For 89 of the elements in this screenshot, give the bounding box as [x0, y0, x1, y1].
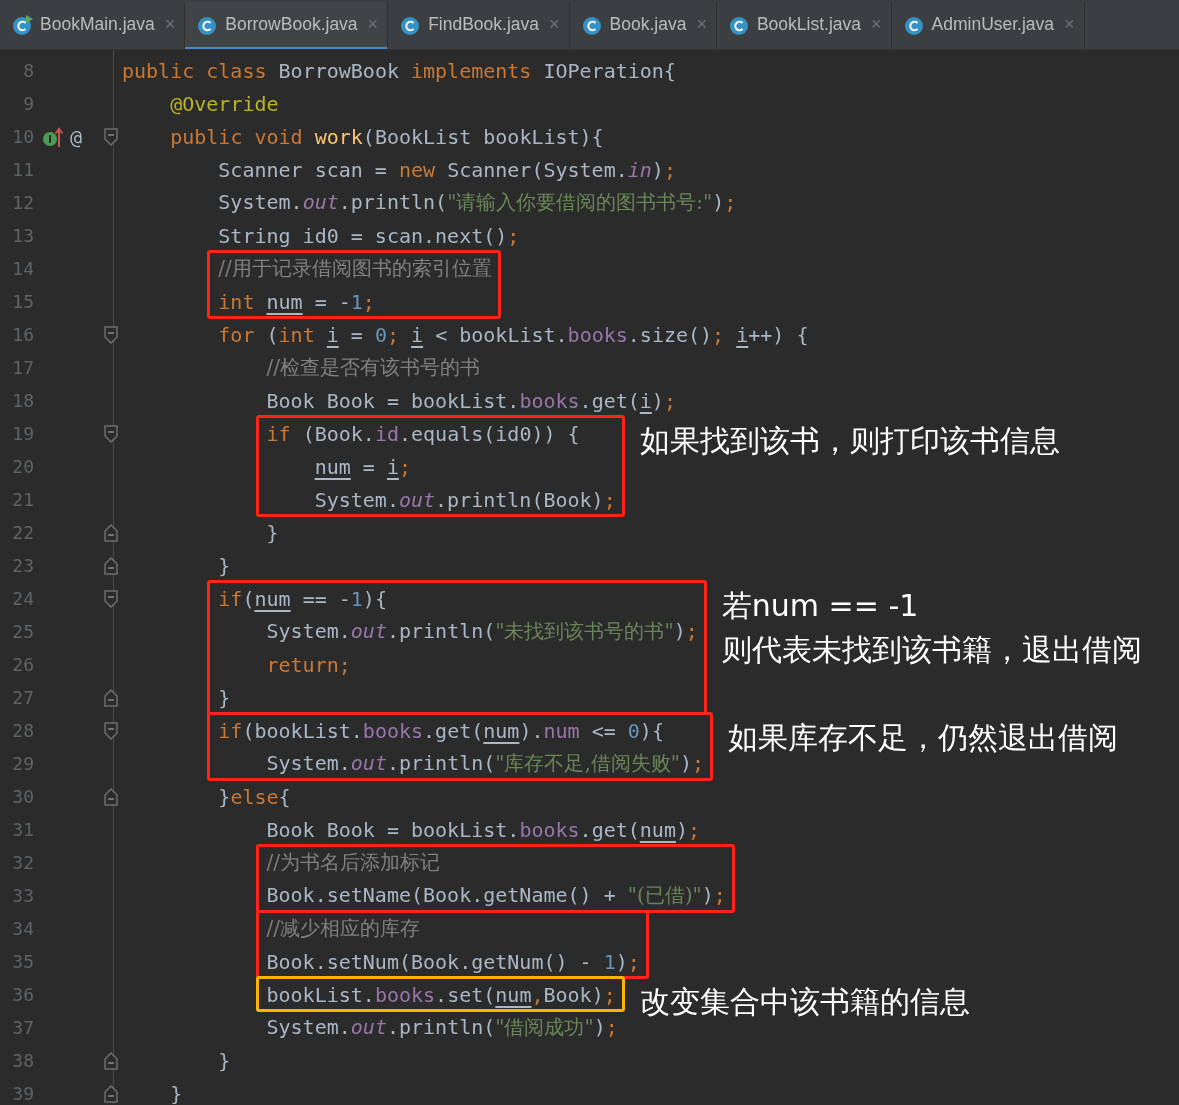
fold-icon[interactable]: [104, 556, 118, 575]
line-number: 23: [11, 555, 34, 576]
code-line: }: [217, 1048, 231, 1073]
line-number: 9: [22, 93, 34, 114]
implements-method-icon[interactable]: [42, 125, 64, 148]
line-number: 28: [11, 720, 34, 741]
code-line: System.out.println(Book);: [313, 487, 616, 512]
code-line: if (Book.id.equals(id0)) {: [265, 421, 580, 446]
code-line: num = i;: [313, 454, 411, 479]
code-line: public void work(BookList bookList){: [169, 124, 604, 149]
line-number: 36: [11, 984, 34, 1005]
tab-label: Book.java: [609, 14, 687, 35]
code-line: System.out.println("库存不足,借阅失败");: [265, 750, 705, 777]
fold-icon[interactable]: [104, 787, 118, 806]
tab-label: BorrowBook.java: [225, 14, 358, 35]
annotation-text: 则代表未找到该书籍，退出借阅: [721, 631, 1142, 669]
code-line: //检查是否有该书号的书: [265, 354, 480, 381]
annotation-text: 如果库存不足，仍然退出借阅: [728, 719, 1119, 757]
code-line: //减少相应的库存: [265, 915, 420, 942]
line-number: 37: [11, 1017, 34, 1038]
code-line: }else{: [217, 784, 291, 809]
code-line: for (int i = 0; i < bookList.books.size(); i++) {: [217, 322, 809, 347]
tab-label: BookList.java: [756, 14, 861, 35]
code-line: public class BorrowBook implements IOPeration{: [122, 58, 676, 83]
tab-label: BookMain.java: [40, 14, 155, 35]
code-line: Book.setName(Book.getName() + "(已借)");: [265, 882, 726, 909]
code-line: }: [265, 520, 279, 545]
annotation-text: 如果找到该书，则打印该书信息: [639, 422, 1060, 460]
line-number: 29: [11, 753, 34, 774]
line-number: 25: [11, 621, 34, 642]
line-number: 22: [11, 522, 34, 543]
line-number: 24: [11, 588, 34, 609]
fold-icon[interactable]: [104, 325, 118, 344]
code-line: bookList.books.set(num,Book);: [265, 982, 616, 1007]
line-number: 20: [11, 456, 34, 477]
code-line: System.out.println("借阅成功");: [265, 1014, 618, 1041]
line-number: 21: [11, 489, 34, 510]
line-number: 33: [11, 885, 34, 906]
tab-label: FindBook.java: [428, 14, 540, 35]
fold-icon[interactable]: [104, 688, 118, 707]
line-number: 13: [11, 225, 34, 246]
code-line: }: [217, 553, 231, 578]
code-line: @Override: [169, 91, 279, 116]
fold-icon[interactable]: [104, 523, 118, 542]
line-number: 19: [11, 423, 34, 444]
annotation-text: 改变集合中该书籍的信息: [639, 983, 970, 1021]
annotation-marker[interactable]: @: [70, 124, 83, 149]
line-number: 39: [11, 1083, 34, 1104]
line-number: 16: [11, 324, 34, 345]
code-line: if(bookList.books.get(num).num <= 0){: [217, 718, 664, 743]
line-number: 15: [11, 291, 34, 312]
code-line: int num = -1;: [217, 289, 375, 314]
code-line: Book Book = bookList.books.get(i);: [265, 388, 676, 413]
fold-icon[interactable]: [104, 424, 118, 443]
fold-icon[interactable]: [104, 721, 118, 740]
line-number: 11: [11, 159, 34, 180]
line-number: 35: [11, 951, 34, 972]
line-number: 26: [11, 654, 34, 675]
annotation-text: 若num == -1: [721, 587, 920, 625]
code-line: Scanner scan = new Scanner(System.in);: [217, 157, 676, 182]
line-number: 38: [11, 1050, 34, 1071]
code-line: String id0 = scan.next();: [217, 223, 520, 248]
code-line: //用于记录借阅图书的索引位置: [217, 255, 492, 282]
file-tab[interactable]: BorrowBook.java ×: [185, 2, 389, 49]
tab-label: AdminUser.java: [931, 14, 1055, 35]
code-line: }: [169, 1081, 183, 1104]
line-number: 18: [11, 390, 34, 411]
code-line: //为书名后添加标记: [265, 849, 440, 876]
line-number: 31: [11, 819, 34, 840]
line-number: 32: [11, 852, 34, 873]
code-line: Book.setNum(Book.getNum() - 1);: [265, 949, 640, 974]
line-number: 30: [11, 786, 34, 807]
code-line: Book Book = bookList.books.get(num);: [265, 817, 701, 842]
fold-icon[interactable]: [104, 1051, 118, 1070]
code-line: System.out.println("请输入你要借阅的图书书号:");: [217, 189, 737, 216]
fold-icon[interactable]: [104, 589, 118, 608]
fold-icon[interactable]: [104, 127, 118, 146]
line-number: 12: [11, 192, 34, 213]
line-number: 10: [11, 126, 34, 147]
code-line: if(num == -1){: [217, 586, 387, 611]
line-number: 27: [11, 687, 34, 708]
line-number: 14: [11, 258, 34, 279]
line-number: 34: [11, 918, 34, 939]
code-line: }: [217, 685, 231, 710]
fold-icon[interactable]: [104, 1084, 118, 1103]
code-line: return;: [265, 652, 351, 677]
line-number: 8: [22, 60, 34, 81]
line-number: 17: [11, 357, 34, 378]
code-line: System.out.println("未找到该书号的书");: [265, 618, 698, 645]
